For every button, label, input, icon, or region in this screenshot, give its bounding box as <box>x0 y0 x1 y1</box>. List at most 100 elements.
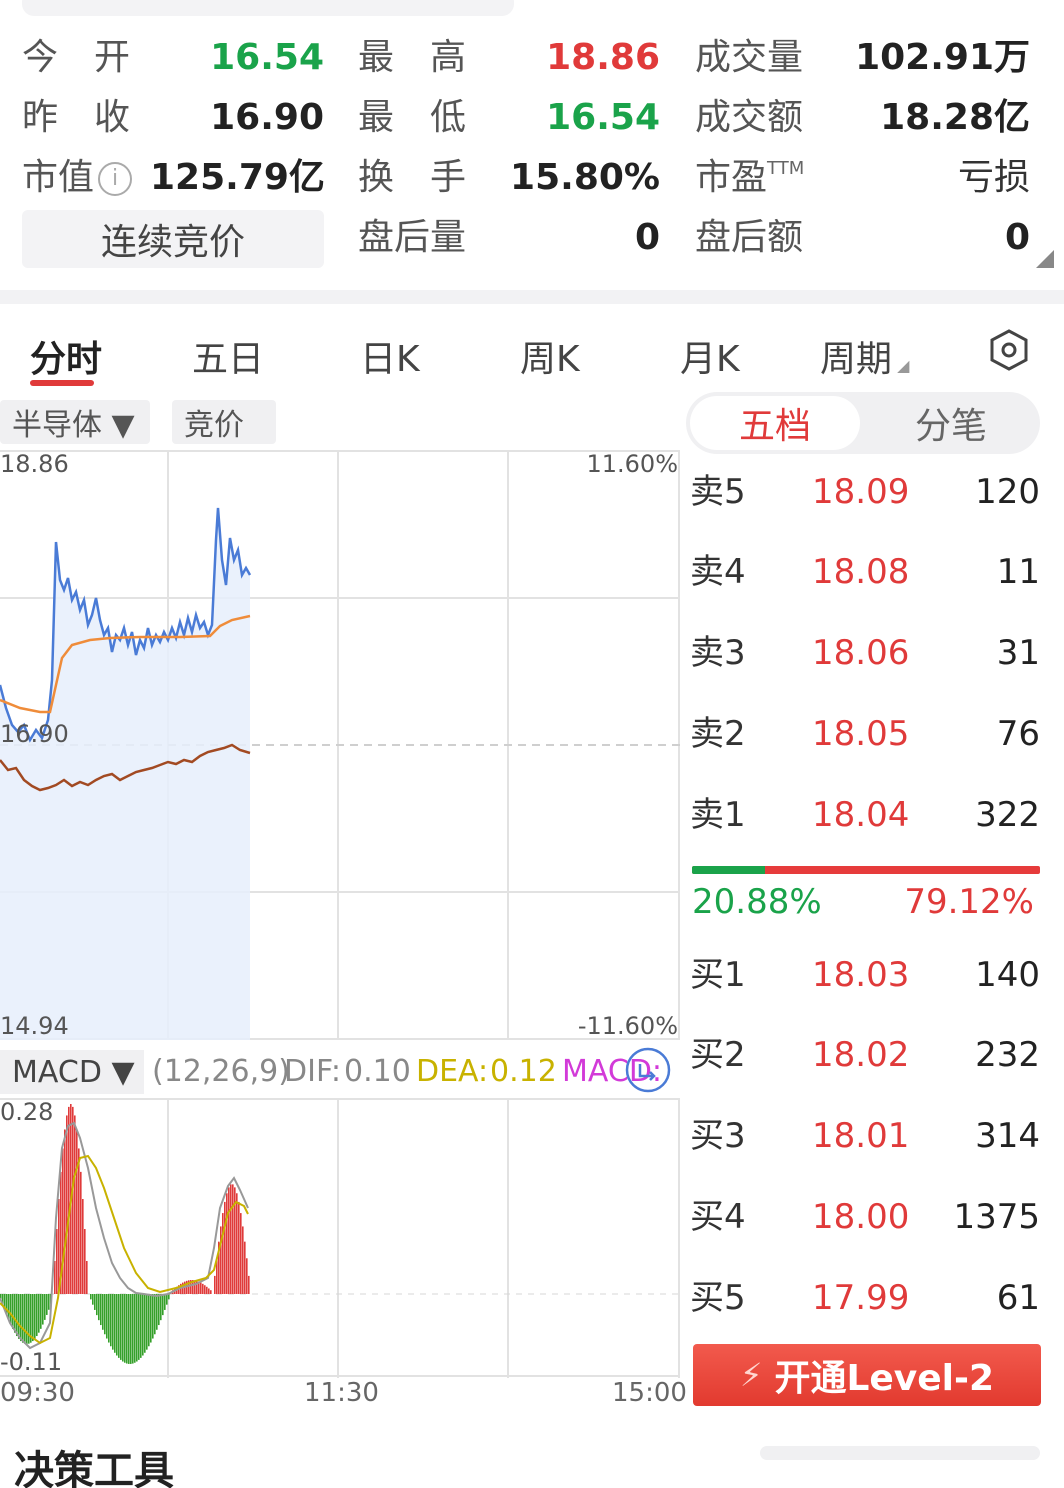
macd-histogram-bar <box>146 1294 148 1350</box>
macd-histogram-bar <box>38 1294 40 1333</box>
intraday-price-chart[interactable]: 18.86 16.90 14.94 11.60% -11.60% <box>0 450 680 1040</box>
tab-tick-by-tick[interactable]: 分笔 <box>866 396 1036 450</box>
macd-dif-label: DIF: <box>284 1054 341 1089</box>
macd-histogram-bar <box>236 1193 238 1294</box>
macd-histogram-bar <box>136 1294 138 1362</box>
after-hours-volume-label: 盘后量 <box>358 217 467 258</box>
macd-histogram-bar <box>224 1201 226 1294</box>
pe-ttm-sup: TTM <box>767 158 805 179</box>
time-axis-end: 15:00 <box>612 1378 687 1408</box>
ask-row[interactable]: 卖3 18.06 31 <box>690 631 1040 675</box>
bid-row[interactable]: 买4 18.00 1375 <box>690 1195 1040 1239</box>
open-level2-button[interactable]: ⚡ 开通Level-2 <box>693 1344 1041 1406</box>
macd-histogram-bar <box>108 1294 110 1343</box>
macd-histogram-bar <box>72 1106 74 1294</box>
macd-params: (12,26,9) <box>152 1054 290 1089</box>
continuous-auction-button[interactable]: 连续竞价 <box>22 210 324 268</box>
prev-close-label: 昨 收 <box>22 97 131 138</box>
tab-five-day[interactable]: 五日 <box>192 330 264 382</box>
macd-histogram-bar <box>116 1294 118 1356</box>
sector-dropdown[interactable]: 半导体 ▼ <box>0 400 150 444</box>
macd-histogram-bar <box>12 1294 14 1329</box>
macd-histogram-bar <box>94 1294 96 1310</box>
macd-histogram-bar <box>230 1184 232 1294</box>
buy-sell-ratio-bar <box>692 866 1040 874</box>
macd-histogram-bar <box>214 1275 216 1294</box>
macd-dea-label: DEA: <box>416 1054 489 1089</box>
tab-daily-k[interactable]: 日K <box>360 330 420 382</box>
macd-histogram-bar <box>200 1282 202 1294</box>
bid-row[interactable]: 买3 18.01 314 <box>690 1114 1040 1158</box>
macd-histogram-bar <box>58 1199 60 1294</box>
macd-histogram-bar <box>102 1294 104 1330</box>
macd-histogram-bar <box>138 1294 140 1360</box>
macd-histogram-bar <box>96 1294 98 1316</box>
tab-five-levels[interactable]: 五档 <box>690 396 860 450</box>
macd-chart[interactable]: 0.28 -0.11 <box>0 1098 680 1380</box>
macd-histogram-bar <box>242 1226 244 1294</box>
macd-histogram-bar <box>152 1294 154 1339</box>
expand-corner-icon[interactable] <box>1036 250 1054 268</box>
macd-histogram-bar <box>36 1294 38 1337</box>
macd-histogram-bar <box>92 1294 94 1305</box>
tab-period[interactable]: 周期 ◢ <box>820 330 909 382</box>
volume-label: 成交量 <box>695 37 804 78</box>
macd-histogram-bar <box>142 1294 144 1356</box>
macd-histogram-bar <box>206 1286 208 1294</box>
open-label: 今 开 <box>22 37 131 78</box>
ask-row[interactable]: 卖4 18.08 11 <box>690 550 1040 594</box>
after-hours-amount-label: 盘后额 <box>695 217 804 258</box>
ask-row[interactable]: 卖5 18.09 120 <box>690 470 1040 514</box>
macd-histogram-bar <box>118 1294 120 1358</box>
refresh-icon[interactable] <box>624 1046 672 1094</box>
macd-histogram-bar <box>100 1294 102 1326</box>
hexagon-gear-icon[interactable] <box>988 328 1030 372</box>
macd-histogram-bar <box>68 1106 70 1294</box>
info-icon[interactable]: i <box>98 162 133 196</box>
low-value: 16.54 <box>546 97 660 138</box>
macd-histogram-bar <box>202 1283 204 1294</box>
lightning-icon: ⚡ <box>739 1356 763 1394</box>
macd-histogram-bar <box>132 1294 134 1364</box>
macd-histogram-bar <box>74 1115 76 1294</box>
macd-histogram-bar <box>78 1148 80 1294</box>
tab-intraday[interactable]: 分时 <box>30 330 102 382</box>
macd-dea-value: 0.12 <box>490 1054 557 1089</box>
macd-histogram-bar <box>22 1294 24 1343</box>
auction-chip[interactable]: 竞价 <box>172 400 276 444</box>
ask-row[interactable]: 卖1 18.04 322 <box>690 793 1040 837</box>
macd-histogram-bar <box>244 1241 246 1294</box>
macd-histogram-bar <box>26 1294 28 1344</box>
macd-histogram-bar <box>14 1294 16 1333</box>
macd-histogram-bar <box>56 1229 58 1294</box>
decision-tools-title: 决策工具 <box>14 1448 174 1488</box>
macd-histogram-bar <box>18 1294 20 1339</box>
macd-indicator-dropdown[interactable]: MACD ▼ <box>0 1050 144 1094</box>
macd-histogram <box>0 1104 250 1364</box>
turnover-amount-label: 成交额 <box>695 97 804 138</box>
macd-histogram-bar <box>114 1294 116 1353</box>
open-value: 16.54 <box>210 37 324 78</box>
time-axis-start: 09:30 <box>0 1378 75 1408</box>
macd-histogram-bar <box>164 1294 166 1310</box>
macd-histogram-bar <box>82 1199 84 1294</box>
pe-value: 亏损 <box>957 157 1030 198</box>
active-tab-underline <box>30 380 94 386</box>
ask-row[interactable]: 卖2 18.05 76 <box>690 712 1040 756</box>
macd-histogram-bar <box>246 1258 248 1294</box>
bid-row[interactable]: 买2 18.02 232 <box>690 1033 1040 1077</box>
macd-histogram-bar <box>240 1213 242 1294</box>
tab-monthly-k[interactable]: 月K <box>680 330 740 382</box>
tab-weekly-k[interactable]: 周K <box>520 330 580 382</box>
macd-histogram-bar <box>34 1294 36 1339</box>
macd-histogram-bar <box>110 1294 112 1347</box>
bid-row[interactable]: 买5 17.99 61 <box>690 1276 1040 1320</box>
macd-histogram-bar <box>66 1115 68 1294</box>
section-divider <box>0 290 1064 304</box>
macd-histogram-bar <box>232 1184 234 1294</box>
macd-histogram-bar <box>150 1294 152 1343</box>
bid-row[interactable]: 买1 18.03 140 <box>690 953 1040 997</box>
macd-histogram-bar <box>228 1187 230 1294</box>
macd-histogram-bar <box>204 1285 206 1294</box>
after-hours-volume-value: 0 <box>634 217 660 258</box>
